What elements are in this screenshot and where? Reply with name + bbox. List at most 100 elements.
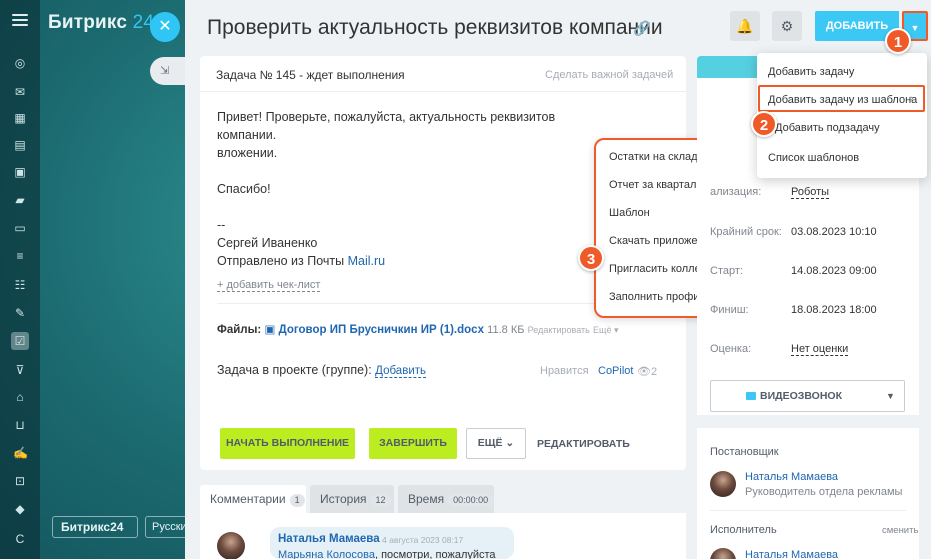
camera-icon: [745, 392, 756, 400]
tab-history[interactable]: История 12: [310, 485, 394, 513]
assignee-change-link[interactable]: сменить: [882, 525, 918, 536]
views-count: 👁2: [637, 366, 658, 378]
video-call-button[interactable]: ВИДЕОЗВОНОК: [710, 380, 878, 412]
bell-icon[interactable]: 🔔: [730, 11, 760, 41]
project-add-link[interactable]: Добавить: [375, 365, 426, 378]
finish-label: Финиш:: [710, 304, 749, 316]
template-menu-item[interactable]: Остатки на складе: [609, 151, 704, 163]
automation-label: ализация:: [710, 186, 762, 198]
chevron-down-icon: ⌄: [505, 437, 515, 449]
comment-mention[interactable]: Марьяна Колосова: [278, 549, 375, 559]
start-value: 14.08.2023 09:00: [791, 265, 877, 277]
files-label: Файлы:: [217, 324, 262, 336]
tab-count: 12: [370, 494, 391, 507]
drive-icon[interactable]: ▭: [13, 221, 27, 235]
more-label: ЕЩЁ: [477, 437, 503, 449]
comments-area: Наталья Мамаева 4 августа 2023 08:17 Мар…: [200, 513, 686, 559]
desc-line: Отправлено из Почты Mail.ru: [217, 252, 587, 270]
more-button[interactable]: ЕЩЁ ⌄: [466, 428, 526, 459]
building-icon[interactable]: ⌂: [13, 390, 27, 404]
box-icon[interactable]: ◆: [13, 502, 27, 516]
copilot-link[interactable]: CoPilot: [598, 365, 633, 377]
tab-count: 1: [289, 494, 305, 507]
menu-icon[interactable]: [12, 14, 28, 26]
add-dropdown-menu: Добавить задачу Добавить задачу из шабло…: [757, 53, 927, 178]
comment-author[interactable]: Наталья Мамаева: [278, 533, 380, 545]
template-menu-item[interactable]: Отчет за квартал: [609, 179, 696, 191]
creator-role: Руководитель отдела рекламы: [745, 486, 903, 498]
sent-from-text: Отправлено из Почты: [217, 254, 345, 268]
add-menu-item[interactable]: Список шаблонов: [768, 152, 859, 164]
sign-icon[interactable]: ✍: [13, 446, 28, 460]
filter-icon[interactable]: ⊽: [13, 363, 27, 377]
add-menu-item[interactable]: Добавить подзадачу: [775, 122, 880, 134]
tab-count: 00:00:00: [448, 494, 494, 507]
like-button[interactable]: Нравится: [540, 365, 589, 377]
chevron-right-icon: ›: [910, 93, 914, 104]
c-icon[interactable]: C: [13, 532, 27, 546]
comment-date: 4 августа 2023 08:17: [382, 535, 464, 545]
mail-icon[interactable]: ✉: [13, 85, 27, 99]
file-edit-link[interactable]: Редактировать: [528, 325, 590, 335]
finish-value: 18.08.2023 18:00: [791, 304, 877, 316]
rating-value[interactable]: Нет оценки: [791, 343, 849, 356]
desc-line: вложении.: [217, 146, 278, 160]
edit-button[interactable]: РЕДАКТИРОВАТЬ: [537, 438, 630, 450]
add-menu-item[interactable]: Добавить задачу из шаблона: [768, 94, 917, 106]
close-slider-button[interactable]: ✕: [150, 12, 180, 42]
document-icon[interactable]: ▤: [13, 138, 27, 152]
tasks-icon[interactable]: ☑: [11, 332, 29, 350]
avatar[interactable]: [710, 471, 736, 497]
shop-icon[interactable]: ⊔: [13, 418, 27, 432]
gear-icon[interactable]: ⚙: [772, 11, 802, 41]
tab-time[interactable]: Время 00:00:00: [398, 485, 494, 513]
make-important-link[interactable]: Сделать важной задачей: [545, 69, 673, 81]
creator-label: Постановщик: [710, 446, 779, 458]
divider: [710, 510, 906, 511]
edit-icon[interactable]: ✎: [13, 306, 27, 320]
comment-body: , посмотри, пожалуйста: [374, 549, 496, 559]
page-title: Проверить актуальность реквизитов компан…: [207, 16, 663, 39]
creator-name[interactable]: Наталья Мамаева: [745, 471, 838, 483]
video-call-label: ВИДЕОЗВОНОК: [759, 390, 842, 402]
avatar[interactable]: [710, 548, 736, 559]
video-call-dropdown[interactable]: ▼: [877, 380, 905, 412]
contacts-icon[interactable]: ▣: [13, 165, 27, 179]
step-badge: 2: [751, 111, 777, 137]
file-size: 11.8 КБ: [487, 324, 525, 336]
finish-button[interactable]: ЗАВЕРШИТЬ: [369, 428, 457, 459]
chat-icon[interactable]: ▰: [13, 193, 27, 207]
mail-link[interactable]: Mail.ru: [348, 254, 386, 268]
calendar-icon[interactable]: ▦: [13, 111, 27, 125]
start-button[interactable]: НАЧАТЬ ВЫПОЛНЕНИЕ: [220, 428, 355, 459]
add-checklist-link[interactable]: + добавить чек-лист: [217, 279, 321, 292]
task-description: Привет! Проверьте, пожалуйста, актуально…: [217, 108, 587, 270]
language-switch[interactable]: Русский: [145, 516, 190, 538]
step-badge: 1: [885, 28, 911, 54]
template-menu-item[interactable]: Шаблон: [609, 207, 650, 219]
tab-comments[interactable]: Комментарии 1: [200, 485, 306, 513]
avatar[interactable]: [217, 532, 245, 559]
automation-value[interactable]: Роботы: [791, 186, 830, 199]
assignee-label: Исполнитель: [710, 524, 777, 536]
tab-label: История: [320, 492, 367, 506]
file-more-link[interactable]: Ещё ▾: [593, 325, 618, 335]
robot-icon[interactable]: ⊡: [13, 474, 27, 488]
dashboard-icon[interactable]: ◎: [13, 56, 27, 70]
deadline-value[interactable]: 03.08.2023 10:10: [791, 226, 877, 238]
desc-line: Спасибо!: [217, 182, 271, 196]
start-label: Старт:: [710, 265, 743, 277]
crm-icon[interactable]: ≡: [13, 249, 27, 263]
assignee-name[interactable]: Наталья Мамаева: [745, 549, 838, 559]
desc-line: Сергей Иваненко: [217, 236, 318, 250]
template-menu-item[interactable]: Пригласить коллег: [609, 263, 705, 275]
group-icon[interactable]: ☷: [13, 278, 27, 292]
brand-logo[interactable]: Битрикс 24: [48, 12, 154, 34]
files-row: Файлы: ▣ Договор ИП Брусничкин ИР (1).do…: [217, 322, 618, 336]
bitrix-badge[interactable]: Битрикс24: [52, 516, 138, 538]
add-menu-item[interactable]: Добавить задачу: [768, 66, 854, 78]
link-icon[interactable]: 🔗: [633, 20, 650, 37]
file-link[interactable]: Договор ИП Брусничкин ИР (1).docx: [279, 324, 484, 336]
left-sidebar: ◎ ✉ ▦ ▤ ▣ ▰ ▭ ≡ ☷ ✎ ☑ ⊽ ⌂ ⊔ ✍ ⊡ ◆ C: [0, 0, 40, 559]
desc-line: --: [217, 218, 226, 232]
